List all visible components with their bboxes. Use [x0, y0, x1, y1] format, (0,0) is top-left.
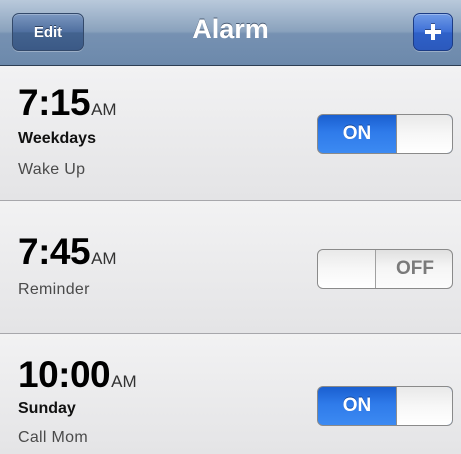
alarm-screen: Edit Alarm 7:15AM Weekdays Wake Up ON 7:…: [0, 0, 461, 454]
alarm-ampm: AM: [111, 372, 137, 391]
alarm-label: Wake Up: [18, 161, 86, 178]
alarm-repeat-days: Weekdays: [18, 130, 96, 147]
switch-state-text: ON: [342, 395, 372, 416]
alarm-ampm: AM: [91, 100, 117, 119]
alarm-label: Reminder: [18, 281, 90, 298]
alarm-ampm: AM: [91, 249, 117, 268]
alarm-repeat-days: Sunday: [18, 400, 76, 417]
alarm-time-line: 10:00AM: [18, 354, 137, 396]
alarm-time-line: 7:15AM: [18, 82, 117, 124]
alarm-time: 7:45: [18, 231, 91, 272]
switch-knob[interactable]: [396, 115, 452, 153]
switch-state-text: ON: [342, 123, 372, 144]
alarm-toggle-switch[interactable]: OFF: [317, 249, 453, 289]
navigation-bar: Edit Alarm: [0, 0, 461, 66]
switch-knob[interactable]: [396, 387, 452, 425]
alarm-row[interactable]: 7:45AM Reminder OFF: [0, 201, 461, 334]
alarm-time: 7:15: [18, 82, 91, 123]
alarm-toggle-switch[interactable]: ON: [317, 114, 453, 154]
page-title: Alarm: [192, 14, 269, 44]
add-alarm-button[interactable]: [413, 13, 453, 51]
alarm-label: Call Mom: [18, 429, 88, 446]
switch-state-text: OFF: [396, 258, 434, 279]
alarm-row[interactable]: 10:00AM Sunday Call Mom ON: [0, 334, 461, 454]
alarm-toggle-switch[interactable]: ON: [317, 386, 453, 426]
switch-knob[interactable]: [318, 250, 376, 288]
alarm-row[interactable]: 7:15AM Weekdays Wake Up ON: [0, 66, 461, 201]
alarm-time: 10:00: [18, 354, 111, 395]
alarm-time-line: 7:45AM: [18, 231, 117, 273]
